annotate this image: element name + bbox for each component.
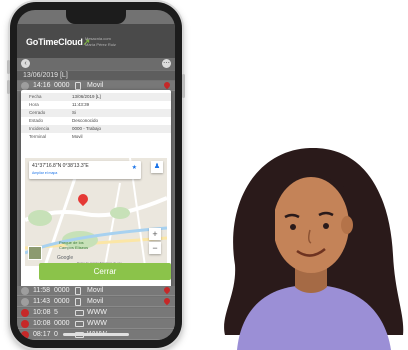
detail-row: Fecha 13/06/2019 [L] xyxy=(21,93,171,101)
row-code: 0000 xyxy=(54,320,70,327)
status-icon xyxy=(21,309,29,317)
more-icon[interactable]: ⋯ xyxy=(162,59,171,68)
detail-row: Terminal Movil xyxy=(21,133,171,141)
expand-map-link[interactable]: Ampliar el mapa xyxy=(32,171,57,175)
app-header: GoTimeCloud↗ Mesacnia.com María Pérez Ru… xyxy=(17,24,175,58)
coordinates: 41°37'16.8"N 0°38'13.3"E xyxy=(32,163,89,169)
close-button[interactable]: Cerrar xyxy=(39,263,171,280)
map-pin-icon[interactable] xyxy=(162,80,172,90)
list-item[interactable]: 10:08 5 WWW xyxy=(17,308,175,318)
zoom-out-button[interactable]: − xyxy=(149,242,161,254)
row-time: 11:43 xyxy=(33,298,50,305)
user-line-2: María Pérez Ruiz xyxy=(85,42,116,47)
app-logo: GoTimeCloud↗ xyxy=(26,37,90,47)
phone-frame: GoTimeCloud↗ Mesacnia.com María Pérez Ru… xyxy=(7,2,185,348)
row-time: 10:08 xyxy=(33,320,51,327)
row-time: 10:08 xyxy=(33,309,51,316)
status-icon xyxy=(21,331,29,339)
status-icon xyxy=(21,320,29,328)
row-code: 5 xyxy=(54,309,58,316)
ear xyxy=(341,216,353,234)
detail-row: Estado Desconocido xyxy=(21,117,171,125)
status-icon xyxy=(21,82,29,90)
park-label: Parque de los Campos Elíseos xyxy=(59,240,89,250)
star-icon[interactable]: ★ xyxy=(132,164,137,171)
face xyxy=(273,177,349,273)
home-indicator xyxy=(63,333,129,336)
row-type: WWW xyxy=(87,320,107,327)
list-item[interactable]: 11:43 0000 Movil xyxy=(17,296,175,307)
map-view[interactable]: 41°37'16.8"N 0°38'13.3"E Ampliar el mapa… xyxy=(25,158,167,266)
zoom-in-button[interactable]: + xyxy=(149,228,161,240)
volume-up-button xyxy=(7,60,10,74)
row-code: 0000 xyxy=(54,298,70,305)
pc-icon xyxy=(75,321,84,327)
map-pin-icon[interactable] xyxy=(162,285,172,295)
detail-row: Cerrado Si xyxy=(21,109,171,117)
person-icon[interactable]: ♟ xyxy=(151,161,163,173)
row-code: 0000 xyxy=(54,287,70,294)
volume-down-button xyxy=(7,80,10,94)
satellite-thumbnail[interactable] xyxy=(28,246,42,260)
mobile-icon xyxy=(75,298,81,306)
row-time: 11:58 xyxy=(33,287,50,294)
list-item[interactable]: 11:58 0000 Movil xyxy=(17,285,175,296)
phone-screen: GoTimeCloud↗ Mesacnia.com María Pérez Ru… xyxy=(17,10,175,340)
toolbar: ‹ ⋯ xyxy=(17,58,175,70)
map-info-card: 41°37'16.8"N 0°38'13.3"E Ampliar el mapa… xyxy=(29,161,141,179)
row-type: WWW xyxy=(87,309,107,316)
mobile-icon xyxy=(75,287,81,295)
left-eye xyxy=(290,224,296,230)
back-arrow-icon[interactable]: ‹ xyxy=(21,59,30,68)
list-item[interactable]: 10:08 0000 WWW xyxy=(17,319,175,329)
status-icon xyxy=(21,287,29,295)
date-header: 13/06/2019 [L] xyxy=(17,71,175,80)
detail-row: Hora 11:43:39 xyxy=(21,101,171,109)
pc-icon xyxy=(75,310,84,316)
detail-modal: Fecha 13/06/2019 [L] Hora 11:43:39 Cerrado… xyxy=(21,90,171,290)
google-logo: Google xyxy=(57,255,74,261)
notch xyxy=(66,10,126,24)
right-eye xyxy=(323,223,329,229)
power-button xyxy=(182,74,185,98)
row-type: Movil xyxy=(87,287,104,294)
map-pin-icon[interactable] xyxy=(162,296,172,306)
row-time: 08:17 xyxy=(33,331,51,338)
row-code: 0 xyxy=(54,331,58,338)
woman-illustration xyxy=(224,147,404,350)
status-icon xyxy=(21,298,29,306)
row-type: Movil xyxy=(87,298,104,305)
user-info: Mesacnia.com María Pérez Ruiz xyxy=(85,36,116,48)
mobile-icon xyxy=(75,82,81,90)
detail-row: Incidencia 0000 - Trabajo xyxy=(21,125,171,133)
